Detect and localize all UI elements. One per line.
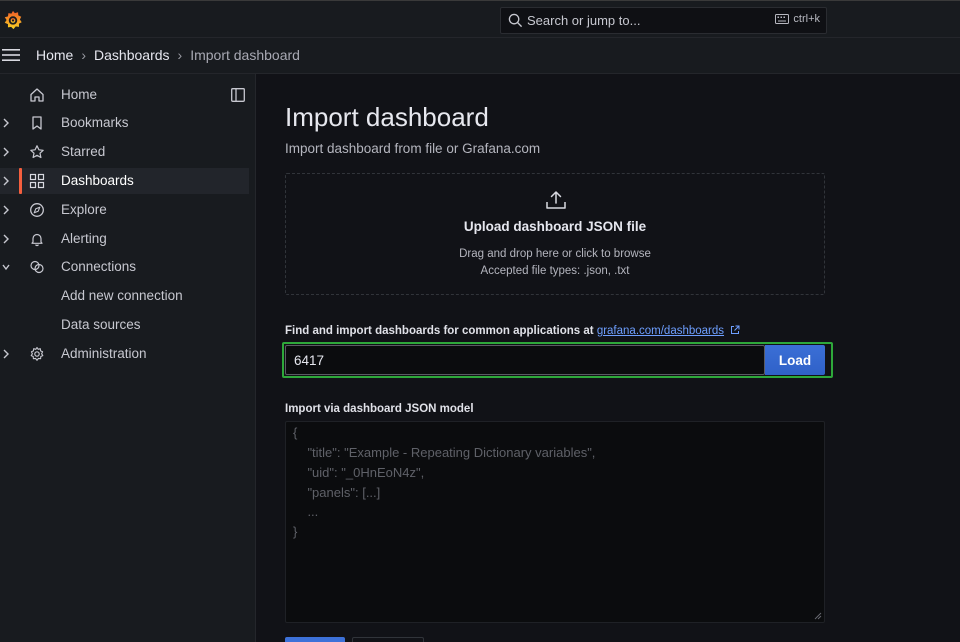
grafana-com-label: Find and import dashboards for common ap…	[285, 325, 740, 337]
home-icon	[30, 88, 44, 102]
sidebar-item-bookmarks[interactable]: Bookmarks	[0, 110, 249, 136]
search-icon	[508, 13, 523, 28]
external-link-icon[interactable]	[730, 325, 740, 335]
sidebar-item-label: Data sources	[61, 317, 141, 332]
active-indicator	[19, 168, 22, 194]
chevron-right-icon: ›	[81, 47, 87, 63]
chevron-right-icon[interactable]	[2, 117, 10, 129]
sidebar: Home Bookmarks Starred Dashboards Explor…	[0, 74, 256, 642]
bookmark-icon	[32, 116, 42, 130]
dashboard-id-input[interactable]	[285, 345, 765, 375]
breadcrumb-bar: Home › Dashboards › Import dashboard	[0, 38, 960, 74]
sidebar-item-dashboards[interactable]: Dashboards	[0, 168, 249, 194]
keyboard-icon	[775, 14, 790, 24]
chevron-right-icon[interactable]	[2, 233, 10, 245]
connections-icon	[30, 260, 44, 274]
sidebar-item-connections[interactable]: Connections	[0, 254, 249, 280]
breadcrumb: Home › Dashboards › Import dashboard	[36, 47, 300, 63]
sidebar-item-label: Connections	[61, 259, 137, 274]
sidebar-item-label: Alerting	[61, 231, 107, 246]
json-placeholder-line: {	[293, 425, 298, 440]
page-title: Import dashboard	[285, 102, 489, 132]
sidebar-item-label: Administration	[61, 346, 147, 361]
breadcrumb-dashboards[interactable]: Dashboards	[94, 47, 170, 63]
upload-title: Upload dashboard JSON file	[463, 219, 647, 234]
sidebar-item-explore[interactable]: Explore	[0, 197, 249, 223]
apps-grid-icon	[29, 173, 45, 189]
sidebar-item-administration[interactable]: Administration	[0, 341, 249, 367]
sidebar-item-add-new-connection[interactable]: Add new connection	[0, 283, 249, 309]
sidebar-item-label: Bookmarks	[61, 115, 129, 130]
upload-hint: Drag and drop here or click to browse	[459, 248, 651, 260]
json-placeholder-line: "uid": "_0HnEoN4z",	[293, 465, 425, 480]
sidebar-item-label: Home	[61, 87, 98, 102]
shortcut-label: ctrl+k	[793, 13, 820, 25]
compass-icon	[30, 203, 44, 217]
menu-icon[interactable]	[2, 48, 20, 62]
gear-icon	[30, 346, 44, 361]
breadcrumb-current: Import dashboard	[190, 47, 300, 63]
sidebar-item-label: Starred	[61, 144, 106, 159]
star-icon	[30, 145, 44, 159]
json-model-textarea[interactable]: { "title": "Example - Repeating Dictiona…	[285, 421, 825, 623]
chevron-right-icon[interactable]	[2, 348, 10, 360]
sidebar-item-label: Dashboards	[61, 173, 134, 188]
chevron-right-icon[interactable]	[2, 175, 10, 187]
grafana-com-link[interactable]: grafana.com/dashboards	[597, 325, 724, 337]
upload-dropzone[interactable]: Upload dashboard JSON file Drag and drop…	[285, 173, 825, 295]
search-bar[interactable]: Search or jump to... ctrl+k	[500, 7, 827, 34]
chevron-right-icon[interactable]	[2, 204, 10, 216]
sidebar-item-alerting[interactable]: Alerting	[0, 226, 249, 252]
cancel-button[interactable]	[352, 637, 424, 642]
upload-accepted-types: Accepted file types: .json, .txt	[480, 265, 630, 277]
search-placeholder: Search or jump to...	[527, 13, 641, 28]
chevron-down-icon[interactable]	[2, 261, 10, 273]
page-subtitle: Import dashboard from file or Grafana.co…	[285, 141, 541, 156]
sidebar-item-label: Add new connection	[61, 288, 183, 303]
sidebar-item-label: Explore	[61, 202, 107, 217]
upload-icon	[546, 191, 566, 209]
json-placeholder-line: "panels": [...]	[293, 485, 381, 500]
main-content: Import dashboard Import dashboard from f…	[256, 74, 960, 642]
sidebar-item-data-sources[interactable]: Data sources	[0, 312, 249, 338]
json-placeholder-line: ...	[293, 504, 319, 519]
json-placeholder-line: "title": "Example - Repeating Dictionary…	[293, 445, 596, 460]
bell-icon	[31, 233, 43, 247]
grafana-com-label-text: Find and import dashboards for common ap…	[285, 325, 594, 337]
keyboard-shortcut: ctrl+k	[775, 13, 820, 25]
breadcrumb-home[interactable]: Home	[36, 47, 73, 63]
chevron-right-icon[interactable]	[2, 146, 10, 158]
json-placeholder-line: }	[293, 524, 298, 539]
sidebar-item-home[interactable]: Home	[0, 82, 249, 108]
grafana-logo-icon[interactable]	[2, 9, 24, 31]
json-model-label: Import via dashboard JSON model	[285, 403, 474, 415]
top-bar: Search or jump to... ctrl+k	[0, 0, 960, 38]
load-button[interactable]: Load	[765, 345, 825, 375]
import-button[interactable]	[285, 637, 345, 642]
chevron-right-icon: ›	[177, 47, 183, 63]
resize-handle-icon[interactable]	[814, 612, 822, 620]
sidebar-item-starred[interactable]: Starred	[0, 139, 249, 165]
